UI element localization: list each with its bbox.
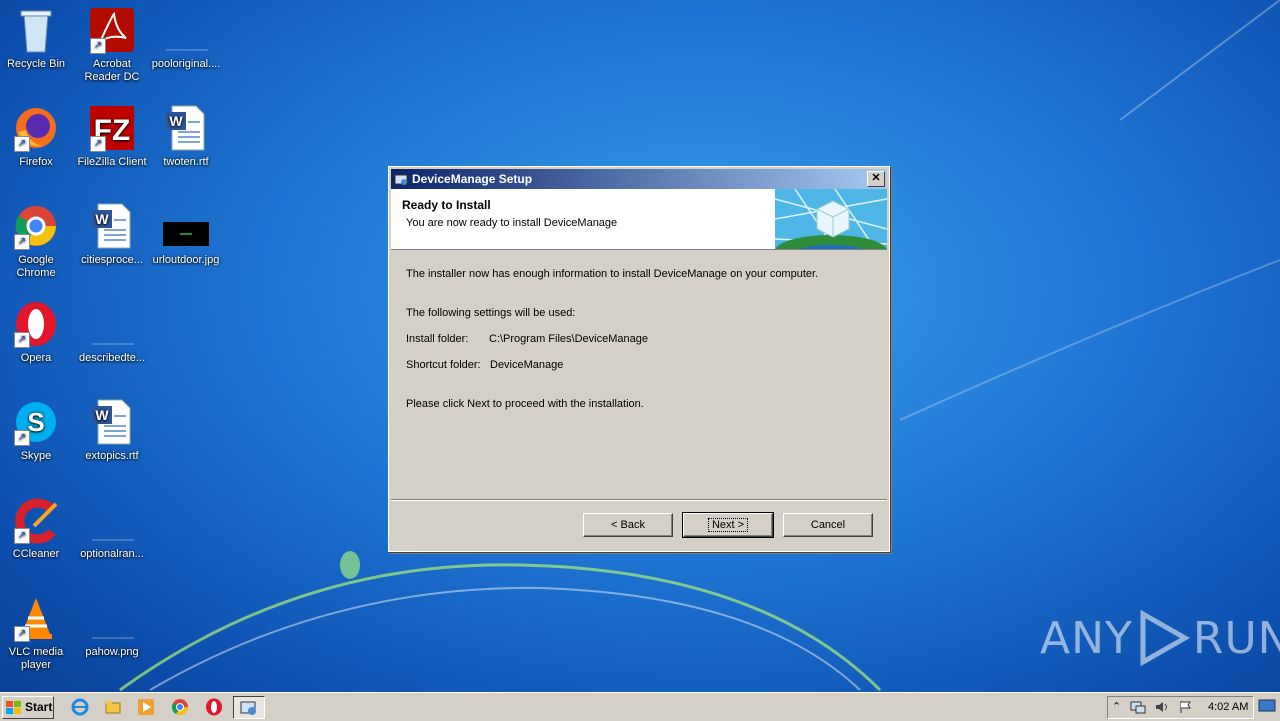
opera-taskbar-icon[interactable] xyxy=(205,698,223,716)
network-icon[interactable] xyxy=(1130,700,1146,714)
button-separator xyxy=(391,499,887,501)
internet-explorer-icon[interactable] xyxy=(71,698,89,716)
desktop-icon-vlc[interactable]: ↗ VLC media player xyxy=(0,594,74,672)
shortcut-arrow-icon: ↗ xyxy=(90,38,106,54)
desktop-icon-pooloriginal[interactable]: pooloriginal.... xyxy=(148,6,224,71)
shortcut-arrow-icon: ↗ xyxy=(14,136,30,152)
svg-text:W: W xyxy=(95,211,109,227)
info-line-1: The installer now has enough information… xyxy=(406,268,819,280)
volume-icon[interactable] xyxy=(1154,700,1170,714)
desktop-icon-pahow[interactable]: pahow.png xyxy=(74,594,150,659)
play-logo-icon xyxy=(1140,609,1190,667)
system-tray: ⌃ 4:02 AM xyxy=(1107,696,1254,719)
cancel-button[interactable]: Cancel xyxy=(783,513,873,537)
setup-app-icon xyxy=(240,701,256,715)
show-hidden-icons-chevron-icon[interactable]: ⌃ xyxy=(1112,700,1121,713)
desktop-icon-twoten[interactable]: W twoten.rtf xyxy=(148,104,224,169)
clock[interactable]: 4:02 AM xyxy=(1208,701,1248,713)
taskbar-setup-window-button[interactable] xyxy=(233,696,265,719)
desktop-icon-skype[interactable]: S ↗ Skype xyxy=(0,398,74,463)
start-button[interactable]: Start xyxy=(2,696,54,719)
skype-icon: S ↗ xyxy=(12,398,60,446)
word-document-icon: W xyxy=(88,202,136,250)
desktop-icon-opera[interactable]: ↗ Opera xyxy=(0,300,74,365)
close-icon: ✕ xyxy=(871,172,881,184)
shortcut-arrow-icon: ↗ xyxy=(90,136,106,152)
dialog-banner: Ready to Install You are now ready to in… xyxy=(391,189,887,250)
info-line-3: Please click Next to proceed with the in… xyxy=(406,398,644,410)
shortcut-folder-label: Shortcut folder: xyxy=(406,359,481,371)
firefox-icon: ↗ xyxy=(12,104,60,152)
desktop-icon-acrobat[interactable]: ↗ Acrobat Reader DC xyxy=(74,6,150,84)
acrobat-reader-icon: ↗ xyxy=(88,6,136,54)
shortcut-arrow-icon: ↗ xyxy=(14,626,30,642)
installer-graphic-icon xyxy=(775,189,887,249)
chrome-taskbar-icon[interactable] xyxy=(171,698,189,716)
filezilla-icon: FZ ↗ xyxy=(88,104,136,152)
banner-subtitle: You are now ready to install DeviceManag… xyxy=(406,217,618,229)
shortcut-arrow-icon: ↗ xyxy=(14,528,30,544)
desktop-icon-firefox[interactable]: ↗ Firefox xyxy=(0,104,74,169)
install-folder-value: C:\Program Files\DeviceManage xyxy=(489,333,648,345)
recycle-bin-icon xyxy=(12,6,60,54)
desktop-icon-filezilla[interactable]: FZ ↗ FileZilla Client xyxy=(74,104,150,169)
show-desktop-icon[interactable] xyxy=(1258,697,1276,715)
shortcut-arrow-icon: ↗ xyxy=(14,430,30,446)
vlc-icon: ↗ xyxy=(12,594,60,642)
media-player-icon[interactable] xyxy=(137,698,155,716)
shortcut-folder-value: DeviceManage xyxy=(490,359,564,371)
dialog-titlebar[interactable]: DeviceManage Setup ✕ xyxy=(391,169,887,189)
blank-file-icon xyxy=(88,496,136,544)
desktop-icon-urloutdoor[interactable]: urloutdoor.jpg xyxy=(148,202,224,267)
action-center-flag-icon[interactable] xyxy=(1178,700,1194,714)
shortcut-arrow-icon: ↗ xyxy=(14,332,30,348)
desktop-icon-extopics[interactable]: W extopics.rtf xyxy=(74,398,150,463)
dialog-title: DeviceManage Setup xyxy=(412,172,533,186)
blank-file-icon xyxy=(162,6,210,54)
desktop-icon-ccleaner[interactable]: ↗ CCleaner xyxy=(0,496,74,561)
desktop-icon-chrome[interactable]: ↗ Google Chrome xyxy=(0,202,74,280)
blank-file-icon xyxy=(88,300,136,348)
install-folder-label: Install folder: xyxy=(406,333,469,345)
windows-flag-icon xyxy=(6,700,21,714)
info-line-2: The following settings will be used: xyxy=(406,307,576,319)
anyrun-watermark: ANY RUN xyxy=(1040,608,1280,668)
shortcut-arrow-icon: ↗ xyxy=(14,234,30,250)
back-button[interactable]: < Back xyxy=(583,513,673,537)
banner-title: Ready to Install xyxy=(402,198,491,212)
svg-text:W: W xyxy=(95,407,109,423)
taskbar: Start ⌃ 4:02 AM xyxy=(0,692,1280,721)
desktop-icon-citiesproce[interactable]: W citiesproce... xyxy=(74,202,150,267)
svg-text:W: W xyxy=(169,113,183,129)
setup-dialog: DeviceManage Setup ✕ Ready to Install Yo… xyxy=(388,166,890,552)
image-thumbnail-icon xyxy=(162,202,210,250)
word-document-icon: W xyxy=(162,104,210,152)
word-document-icon: W xyxy=(88,398,136,446)
chrome-icon: ↗ xyxy=(12,202,60,250)
ccleaner-icon: ↗ xyxy=(12,496,60,544)
setup-app-icon xyxy=(394,174,408,185)
desktop-icon-recycle-bin[interactable]: Recycle Bin xyxy=(0,6,74,71)
image-file-icon xyxy=(88,594,136,642)
file-explorer-icon[interactable] xyxy=(104,698,122,716)
next-button[interactable]: Next > xyxy=(682,512,774,538)
desktop-icon-optionalran[interactable]: optionalran... xyxy=(74,496,150,561)
opera-icon: ↗ xyxy=(12,300,60,348)
close-button[interactable]: ✕ xyxy=(867,171,885,187)
desktop-icon-describedte[interactable]: describedte... xyxy=(74,300,150,365)
